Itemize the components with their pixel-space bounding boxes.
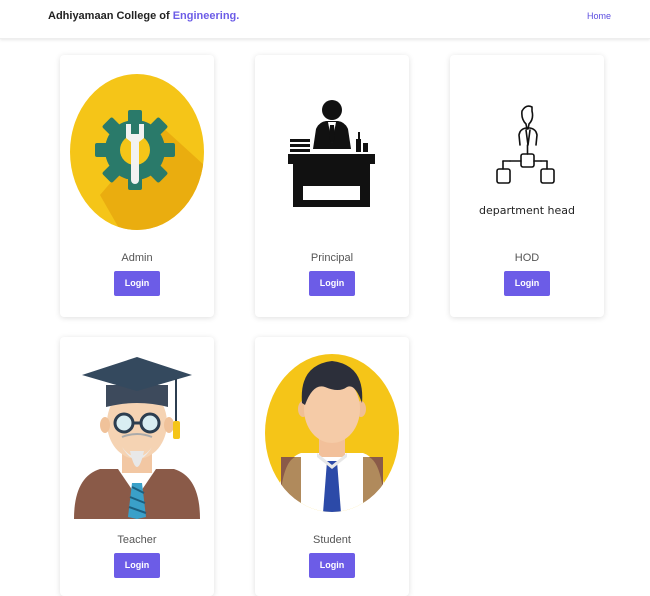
principal-card: Principal Login [255,55,409,317]
admin-title: Admin [121,252,153,264]
teacher-graduate-icon [74,357,200,519]
principal-login-button[interactable]: Login [309,271,355,296]
hod-title: HOD [514,252,540,264]
admin-card: Admin Login [60,55,214,317]
department-head-icon: department head [479,105,575,217]
brand-logo[interactable]: Adhiyamaan College of Engineering. [48,10,239,22]
student-login-button[interactable]: Login [309,553,355,578]
student-title: Student [313,534,351,546]
student-avatar-icon [265,354,399,512]
navbar: Adhiyamaan College of Engineering. Home [0,0,650,39]
admin-login-button[interactable]: Login [114,271,160,296]
nav-home-link[interactable]: Home [587,11,611,21]
hod-card: department head HOD Login [450,55,604,317]
student-card: Student Login [255,337,409,596]
hod-login-button[interactable]: Login [504,271,550,296]
teacher-card: Teacher Login [60,337,214,596]
brand-accent: Engineering. [172,10,240,22]
admin-wrench-gear-icon [70,74,204,230]
principal-title: Principal [310,252,354,264]
teacher-title: Teacher [117,534,157,546]
teacher-login-button[interactable]: Login [114,553,160,578]
principal-desk-icon [288,100,375,207]
hod-image-caption: department head [479,204,575,217]
brand-name: Adhiyamaan College of [48,10,173,22]
